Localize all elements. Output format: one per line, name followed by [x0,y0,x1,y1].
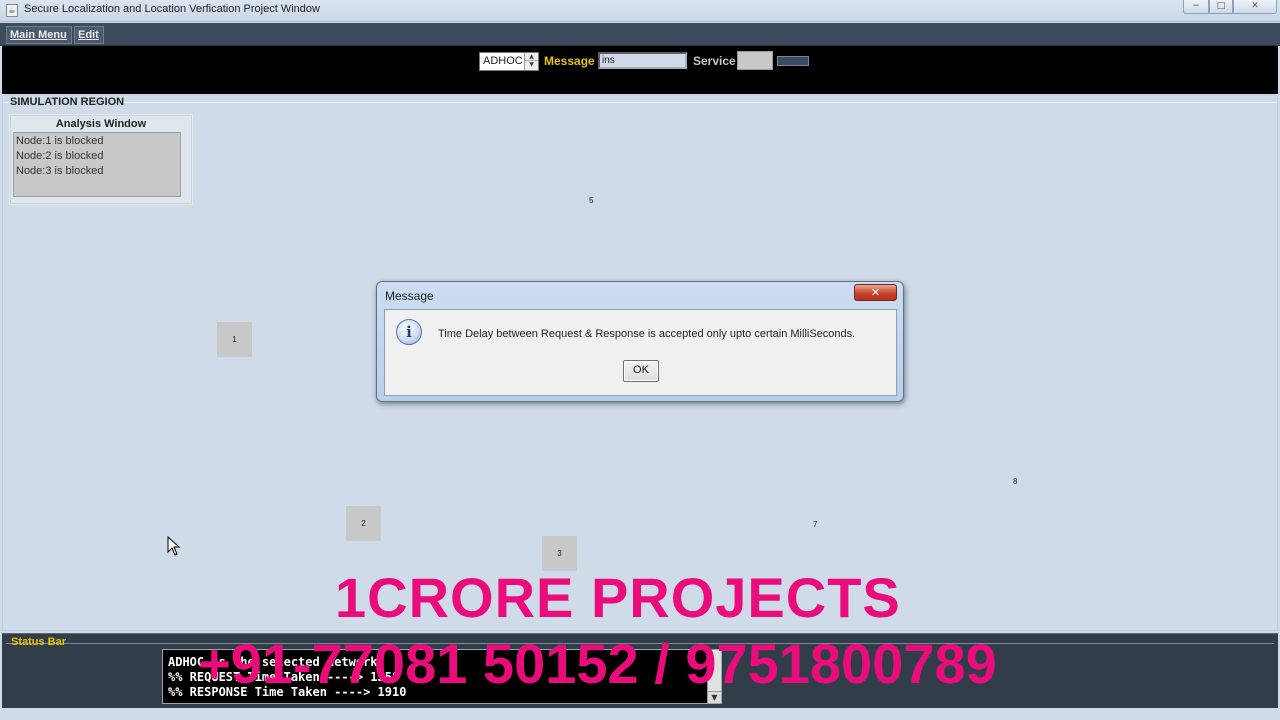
network-value: ADHOC [483,55,523,67]
network-spinner[interactable]: ADHOC ▲ ▼ [479,52,539,71]
simulation-region-title: SIMULATION REGION [9,96,126,108]
service-label: Service [693,54,736,68]
analysis-window-title: Analysis Window [55,118,147,130]
maximize-button[interactable]: □ [1209,0,1233,14]
menu-bar: Main Menu Edit [0,23,1280,46]
menu-main-menu[interactable]: Main Menu [6,26,72,44]
analysis-log-line: Node:1 is blocked [16,135,104,147]
spinner-buttons: ▲ ▼ [524,53,538,70]
analysis-window: Analysis Window Node:1 is blocked Node:2… [9,114,193,205]
watermark-phone: +91-77081 50152 / 9751800789 [198,632,997,695]
analysis-log[interactable]: Node:1 is blocked Node:2 is blocked Node… [13,132,181,197]
window-titlebar: ☕ Secure Localization and Location Verfi… [0,0,1280,22]
close-window-button[interactable]: ✕ [1233,0,1277,14]
analysis-log-line: Node:2 is blocked [16,150,104,162]
java-cup-icon: ☕ [6,4,18,17]
message-label: Message [544,54,595,68]
service-button[interactable] [777,56,809,66]
dialog-title: Message [385,289,434,303]
window-title: Secure Localization and Location Verfica… [24,3,320,15]
ok-button[interactable]: OK [623,360,659,382]
node-8[interactable]: 8 [1013,477,1017,486]
watermark-brand: 1CRORE PROJECTS [335,566,901,629]
bottom-strip [0,708,1280,720]
node-5[interactable]: 5 [589,196,593,205]
spinner-down-icon[interactable]: ▼ [525,61,538,69]
node-7[interactable]: 7 [813,520,817,529]
message-dialog: Message ✕ i Time Delay between Request &… [376,281,904,402]
status-bar-title: Status Bar [11,636,67,648]
spinner-up-icon[interactable]: ▲ [525,53,538,61]
app-root: ☕ Secure Localization and Location Verfi… [0,0,1280,720]
simulation-border [5,102,1277,103]
dialog-message: Time Delay between Request & Response is… [438,328,856,340]
minimize-button[interactable]: − [1183,0,1209,14]
analysis-log-line: Node:3 is blocked [16,165,104,177]
dialog-close-button[interactable]: ✕ [854,284,897,301]
mouse-cursor-icon [167,536,181,556]
message-input[interactable]: ins [598,52,687,69]
top-toolbar: ADHOC ▲ ▼ Message ins Service [2,46,1278,94]
node-2[interactable]: 2 [346,506,381,541]
information-icon: i [396,319,422,345]
dialog-body: i Time Delay between Request & Response … [384,309,897,396]
service-field[interactable] [737,51,773,70]
menu-edit[interactable]: Edit [74,26,104,44]
node-1[interactable]: 1 [217,322,252,357]
